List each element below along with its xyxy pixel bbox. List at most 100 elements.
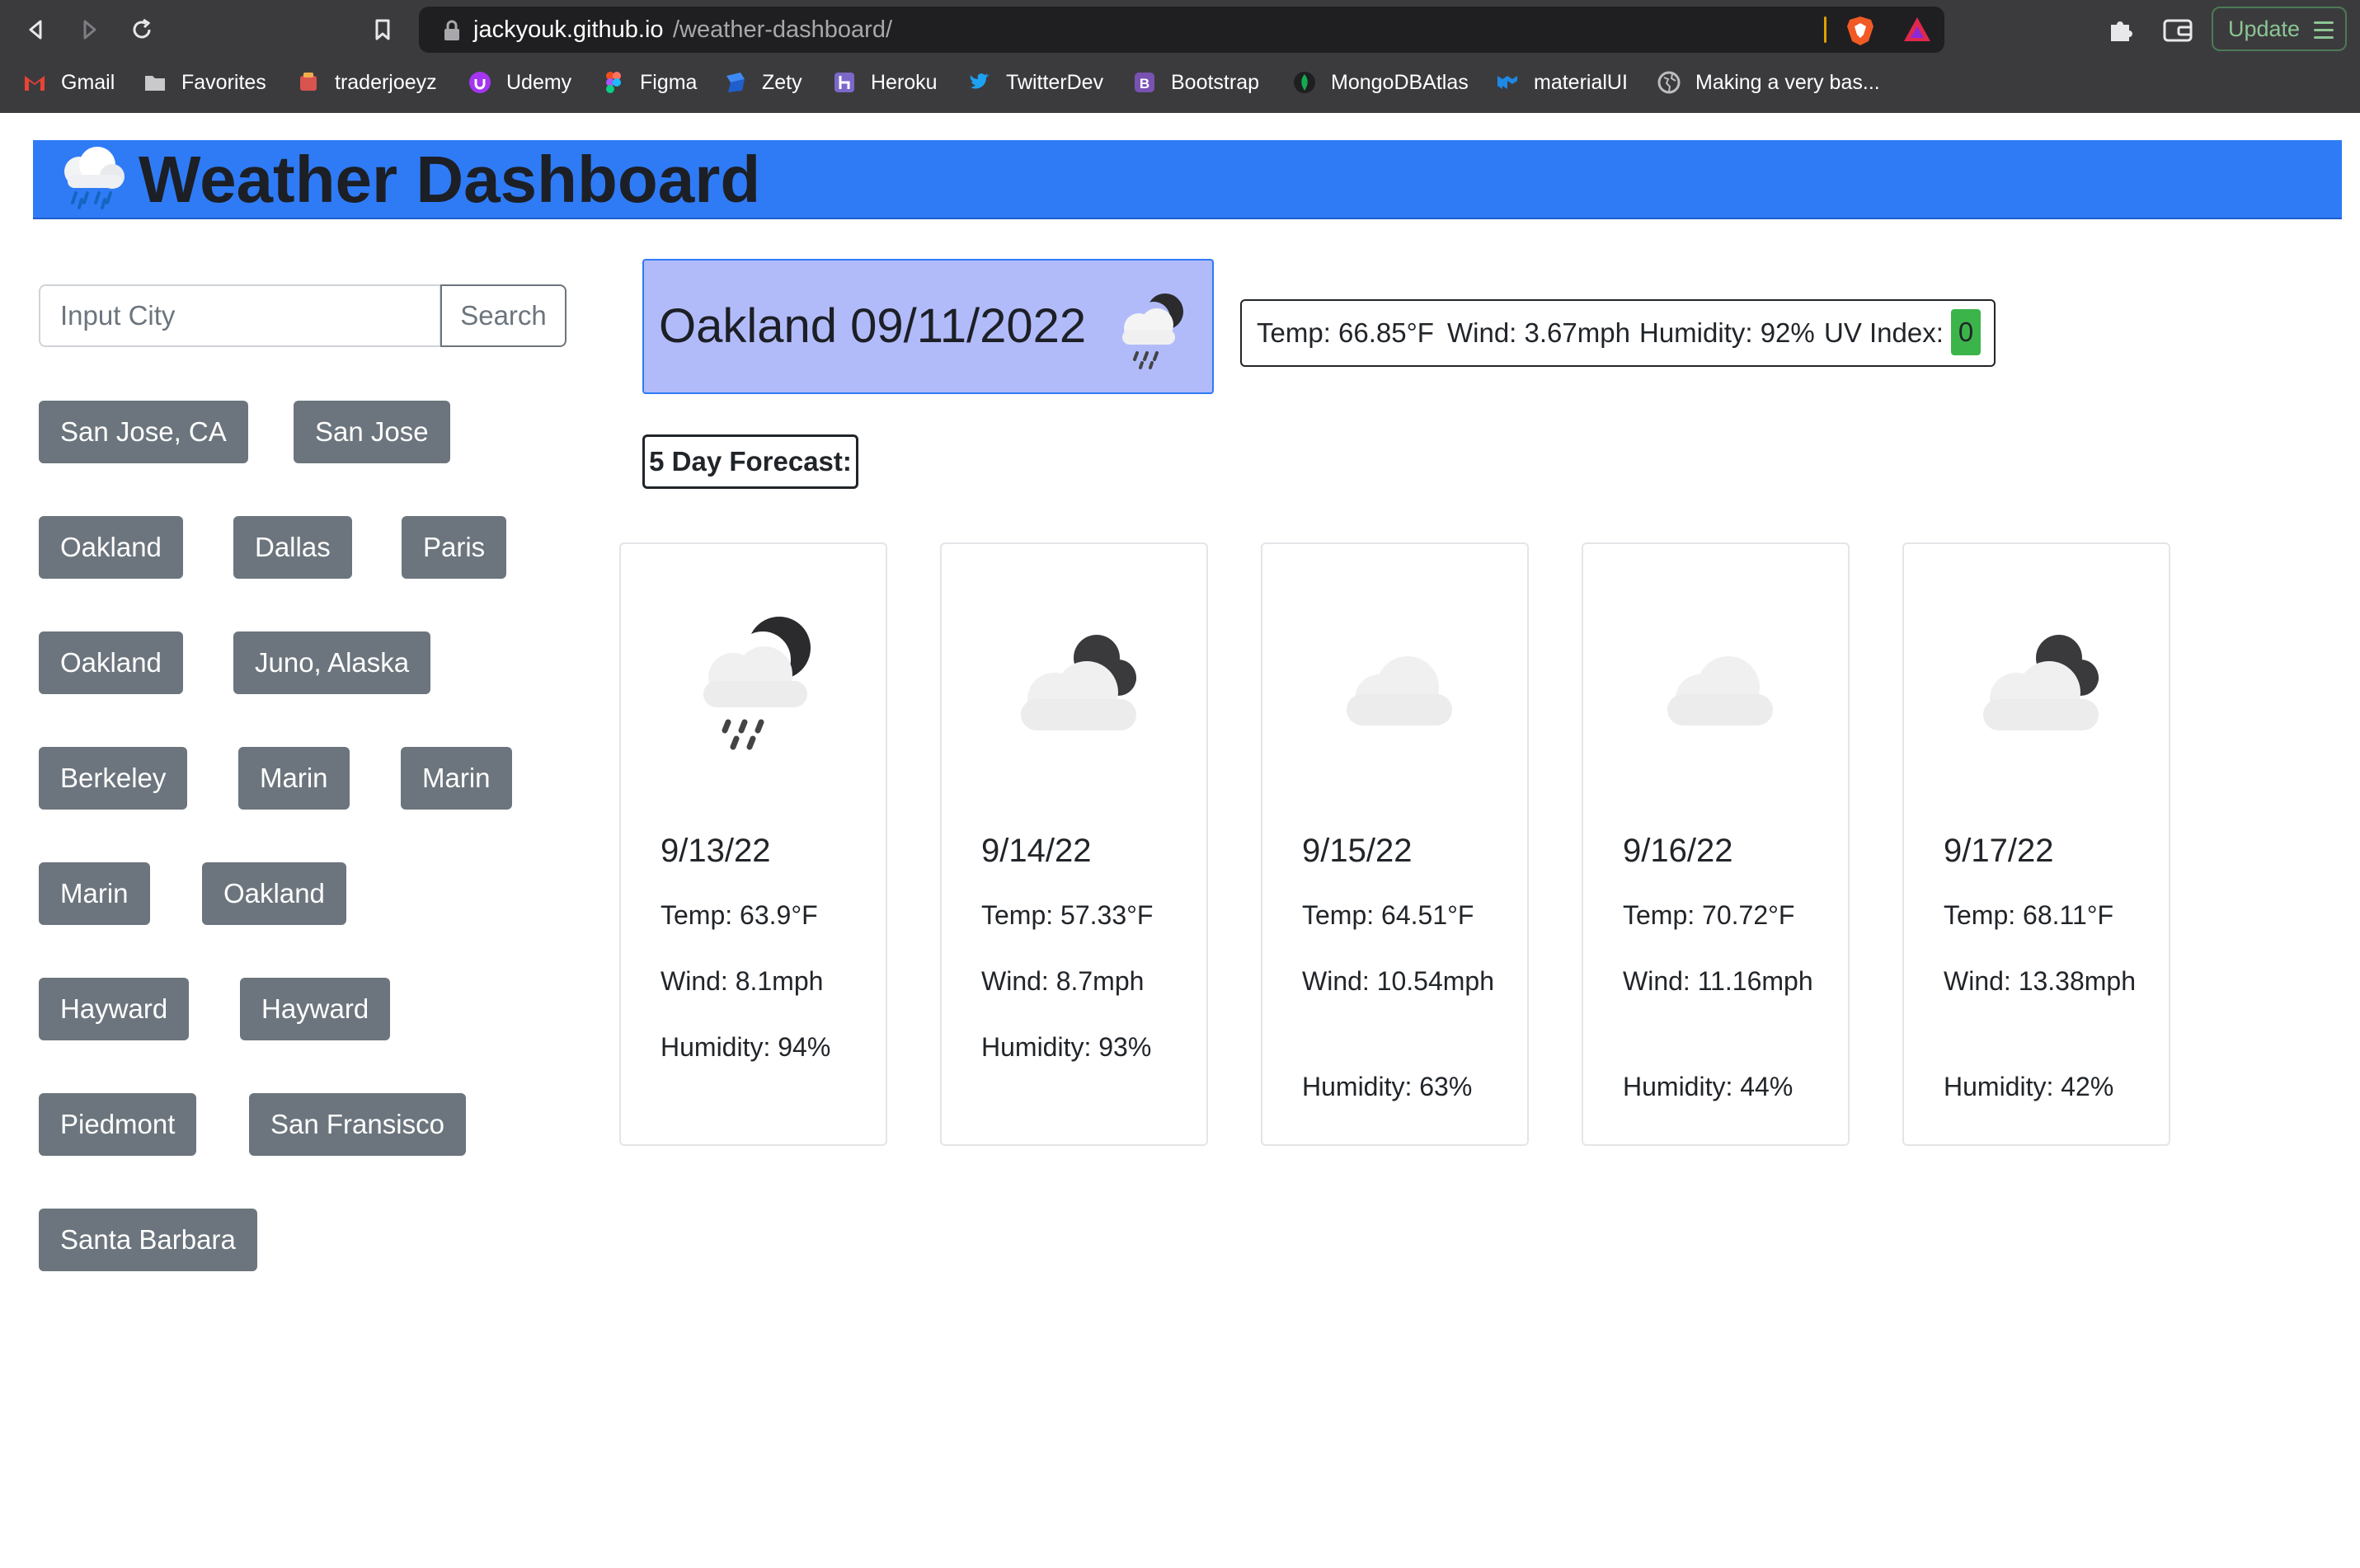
url-divider bbox=[1824, 16, 1826, 43]
history-button-marin[interactable]: Marin bbox=[39, 862, 150, 925]
current-temp: Temp: 66.85°F bbox=[1257, 317, 1434, 348]
forecast-wind: Wind: 13.38mph bbox=[1944, 966, 2137, 996]
bookmark-icon bbox=[375, 19, 390, 40]
forecast-card: 9/13/22 Temp: 63.9°F Wind: 8.1mph Humidi… bbox=[619, 542, 887, 1146]
forecast-date: 9/15/22 bbox=[1302, 833, 1413, 869]
forecast-wind: Wind: 10.54mph bbox=[1302, 966, 1495, 996]
brave-shield-icon[interactable] bbox=[1845, 15, 1875, 46]
svg-text:B: B bbox=[1140, 76, 1149, 92]
forecast-card: 9/14/22 Temp: 57.33°F Wind: 8.7mph Humid… bbox=[940, 542, 1208, 1146]
globe-icon bbox=[1657, 71, 1681, 94]
cloud-icon bbox=[1347, 656, 1452, 725]
bookmark-label: traderjoeyz bbox=[335, 71, 437, 94]
brave-rewards-icon[interactable] bbox=[1902, 15, 1933, 45]
history-button-san-jose[interactable]: San Jose bbox=[294, 401, 450, 463]
back-button[interactable] bbox=[18, 12, 54, 48]
forecast-humidity: Humidity: 63% bbox=[1302, 1072, 1473, 1101]
history-button-marin[interactable]: Marin bbox=[401, 747, 512, 810]
current-wind: Wind: 3.67mph bbox=[1447, 317, 1630, 348]
bookmark-label: Zety bbox=[762, 71, 802, 94]
wallet-icon[interactable] bbox=[2162, 15, 2193, 45]
history-button-san-fransisco[interactable]: San Fransisco bbox=[249, 1093, 466, 1156]
forecast-date: 9/14/22 bbox=[981, 833, 1092, 869]
history-button-dallas[interactable]: Dallas bbox=[233, 516, 352, 579]
forward-arrow-icon bbox=[83, 20, 96, 40]
forecast-card: 9/15/22 Temp: 64.51°F Wind: 10.54mph Hum… bbox=[1261, 542, 1529, 1146]
history-button-marin[interactable]: Marin bbox=[238, 747, 350, 810]
back-arrow-icon bbox=[29, 20, 42, 40]
forecast-temp: Temp: 68.11°F bbox=[1944, 900, 2114, 930]
url-path: /weather-dashboard/ bbox=[673, 16, 892, 43]
search-button[interactable]: Search bbox=[440, 284, 566, 347]
forecast-date: 9/17/22 bbox=[1944, 833, 2054, 869]
city-search-input[interactable] bbox=[39, 284, 441, 347]
bookmark-label: Gmail bbox=[61, 71, 115, 94]
menu-icon bbox=[2314, 18, 2334, 40]
forecast-temp: Temp: 64.51°F bbox=[1302, 900, 1474, 930]
forecast-humidity: Humidity: 42% bbox=[1944, 1072, 2114, 1101]
udemy-icon bbox=[469, 72, 491, 93]
bookmark-label: MongoDBAtlas bbox=[1331, 71, 1469, 94]
forecast-wind: Wind: 11.16mph bbox=[1623, 966, 1813, 996]
history-button-oakland[interactable]: Oakland bbox=[39, 631, 183, 694]
forward-button[interactable] bbox=[71, 12, 107, 48]
bookmark-label: materialUI bbox=[1534, 71, 1628, 94]
forecast-temp: Temp: 57.33°F bbox=[981, 900, 1154, 930]
bookmark-label: TwitterDev bbox=[1006, 71, 1104, 94]
history-button-hayward[interactable]: Hayward bbox=[39, 978, 190, 1040]
forecast-wind: Wind: 8.1mph bbox=[661, 966, 824, 996]
bookmark-button[interactable] bbox=[364, 12, 401, 48]
history-button-oakland[interactable]: Oakland bbox=[39, 516, 183, 579]
cloud-rain-icon bbox=[64, 147, 125, 209]
night-broken-clouds-icon bbox=[1021, 635, 1136, 730]
forecast-humidity: Humidity: 44% bbox=[1623, 1072, 1794, 1101]
history-button-juno-alaska[interactable]: Juno, Alaska bbox=[233, 631, 431, 694]
lock-icon bbox=[444, 20, 459, 40]
address-bar[interactable]: jackyouk.github.io /weather-dashboard/ bbox=[419, 7, 1944, 53]
extensions-icon[interactable] bbox=[2106, 15, 2136, 45]
page-header: Weather Dashboard bbox=[33, 140, 2342, 219]
reload-button[interactable] bbox=[124, 12, 160, 48]
night-rain-cloud-icon bbox=[703, 617, 811, 750]
page-title: Weather Dashboard bbox=[139, 143, 761, 216]
history-button-santa-barbara[interactable]: Santa Barbara bbox=[39, 1209, 257, 1271]
forecast-temp: Temp: 63.9°F bbox=[661, 900, 818, 930]
bootstrap-icon: B bbox=[1135, 73, 1154, 92]
current-humidity: Humidity: 92% bbox=[1639, 317, 1815, 348]
night-broken-clouds-icon bbox=[1983, 635, 2099, 730]
history-button-berkeley[interactable]: Berkeley bbox=[39, 747, 188, 810]
current-weather-card: Oakland 09/11/2022 bbox=[642, 259, 1214, 394]
url-host: jackyouk.github.io bbox=[473, 16, 664, 43]
bookmarks-bar: Gmail Favorites traderjoeyz Udemy Figma … bbox=[0, 63, 2360, 102]
browser-chrome: jackyouk.github.io /weather-dashboard/ U… bbox=[0, 0, 2360, 113]
forecast-wind: Wind: 8.7mph bbox=[981, 966, 1145, 996]
bookmark-label: Heroku bbox=[871, 71, 938, 94]
history-button-hayward[interactable]: Hayward bbox=[240, 978, 391, 1040]
bookmark-label: Figma bbox=[640, 71, 698, 94]
heroku-icon bbox=[834, 73, 854, 92]
twitter-icon bbox=[970, 73, 990, 89]
uv-index-label: UV Index: bbox=[1824, 317, 1944, 348]
forecast-humidity: Humidity: 94% bbox=[661, 1032, 831, 1062]
update-button[interactable]: Update bbox=[2212, 7, 2347, 51]
gmail-icon bbox=[25, 76, 45, 91]
browser-toolbar: jackyouk.github.io /weather-dashboard/ U… bbox=[0, 0, 2360, 59]
forecast-temp: Temp: 70.72°F bbox=[1623, 900, 1795, 930]
history-button-paris[interactable]: Paris bbox=[402, 516, 507, 579]
folder-icon bbox=[145, 76, 165, 91]
history-button-piedmont[interactable]: Piedmont bbox=[39, 1093, 197, 1156]
update-label: Update bbox=[2228, 16, 2301, 41]
mongodb-icon bbox=[1294, 72, 1315, 93]
zety-icon bbox=[726, 73, 745, 92]
night-rain-cloud-icon bbox=[1122, 293, 1183, 369]
materialui-icon bbox=[1497, 76, 1517, 89]
history-button-san-jose-ca[interactable]: San Jose, CA bbox=[39, 401, 248, 463]
figma-icon bbox=[606, 72, 621, 93]
forecast-date: 9/16/22 bbox=[1623, 833, 1733, 869]
uv-index-badge: 0 bbox=[1951, 309, 1981, 355]
reload-icon bbox=[133, 18, 151, 39]
bookmark-label: Favorites bbox=[181, 71, 266, 94]
forecast-date: 9/13/22 bbox=[661, 833, 771, 869]
history-button-oakland[interactable]: Oakland bbox=[202, 862, 346, 925]
traderjoeyz-icon bbox=[300, 73, 317, 91]
